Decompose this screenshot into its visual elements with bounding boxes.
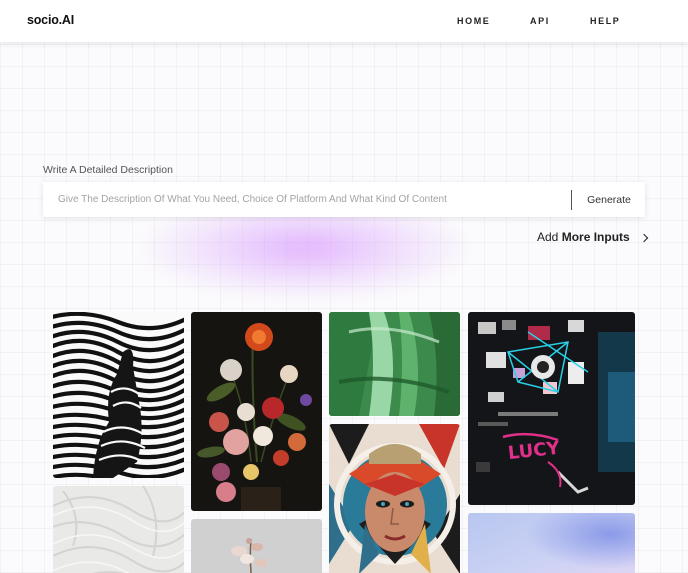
still-life-flowers-painting-image[interactable] <box>191 312 322 511</box>
nav-api-link[interactable]: API <box>530 16 550 26</box>
chevron-right-icon[interactable] <box>639 233 649 243</box>
generate-button[interactable]: Generate <box>573 182 645 217</box>
top-navbar: socio.AI HOME API HELP <box>0 0 688 42</box>
description-input[interactable] <box>43 182 568 217</box>
add-more-inputs-link[interactable]: Add More Inputs <box>537 230 630 246</box>
dried-flower-stem-image[interactable] <box>191 519 322 573</box>
plaster-swirl-texture-image[interactable] <box>53 486 184 573</box>
geometric-face-portrait-image[interactable] <box>329 424 460 573</box>
description-label: Write A Detailed Description <box>43 164 173 176</box>
input-divider <box>571 190 572 210</box>
add-more-prefix: Add <box>537 230 559 244</box>
prompt-bar: Generate <box>43 182 645 217</box>
add-more-bold: More Inputs <box>561 230 630 244</box>
op-art-wave-figure-image[interactable] <box>53 312 184 478</box>
graffiti-wall-collage-image[interactable]: LUCY <box>468 312 635 505</box>
blue-lilac-gradient-image[interactable] <box>468 513 635 573</box>
green-abstract-brushstroke-image[interactable] <box>329 312 460 416</box>
nav-home-link[interactable]: HOME <box>457 16 490 26</box>
nav-help-link[interactable]: HELP <box>590 16 620 26</box>
logo[interactable]: socio.AI <box>27 13 74 27</box>
